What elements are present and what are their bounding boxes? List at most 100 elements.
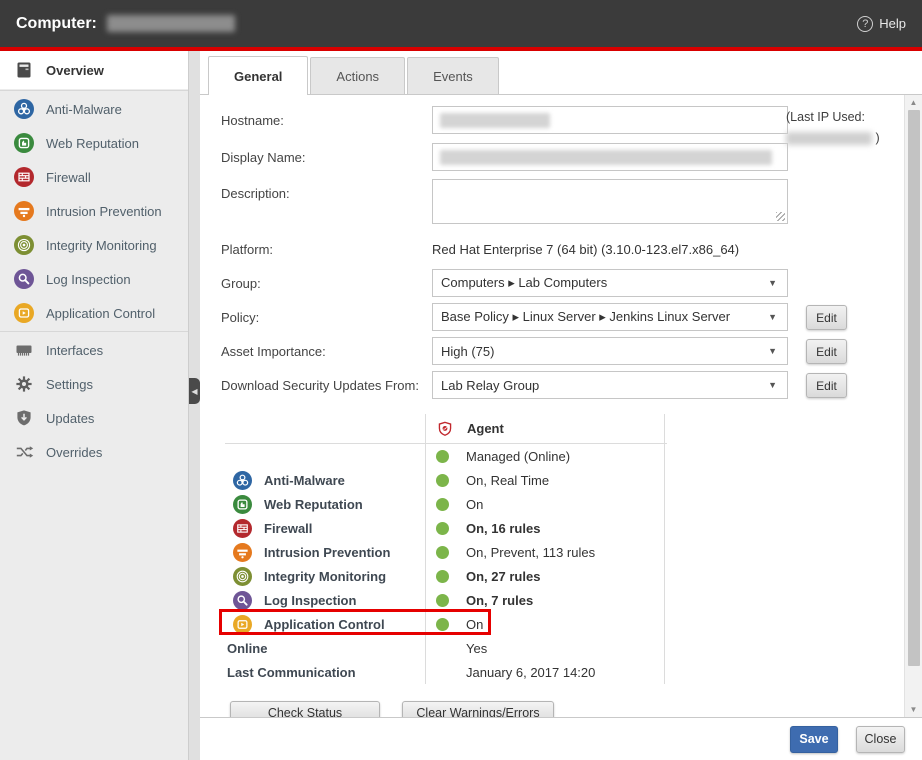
status-value: On, 7 rules bbox=[466, 593, 533, 608]
status-row: Managed (Online) bbox=[225, 444, 667, 468]
sidebar-item-overview[interactable]: Overview bbox=[0, 51, 188, 89]
check-status-button[interactable]: Check Status bbox=[230, 701, 380, 717]
status-row-label: Last Communication bbox=[227, 665, 356, 680]
scroll-down-arrow-icon[interactable]: ▼ bbox=[905, 702, 922, 717]
status-header-row: Agent bbox=[225, 414, 667, 444]
save-button[interactable]: Save bbox=[790, 726, 838, 753]
application-control-icon bbox=[14, 303, 34, 323]
sidebar-divider bbox=[0, 90, 188, 91]
help-icon: ? bbox=[857, 16, 873, 32]
sidebar-item-web-reputation[interactable]: Web Reputation bbox=[0, 126, 188, 160]
hostname-input[interactable] bbox=[432, 106, 788, 134]
status-row-label: Online bbox=[227, 641, 267, 656]
vertical-scrollbar[interactable]: ▲ ▼ bbox=[904, 95, 922, 717]
tab-events[interactable]: Events bbox=[407, 57, 499, 94]
page-title: Computer: bbox=[16, 15, 97, 33]
policy-select[interactable]: Base Policy ▸ Linux Server ▸ Jenkins Lin… bbox=[432, 303, 788, 331]
group-select[interactable]: Computers ▸ Lab Computers▼ bbox=[432, 269, 788, 297]
sidebar-item-settings[interactable]: Settings bbox=[0, 367, 188, 401]
sidebar-item-label: Web Reputation bbox=[46, 136, 139, 151]
description-textarea[interactable] bbox=[432, 179, 788, 224]
status-value: On bbox=[466, 617, 483, 632]
updates-from-edit-button[interactable]: Edit bbox=[806, 373, 847, 398]
dialog-footer: Save Close bbox=[200, 717, 922, 760]
status-row-label: Firewall bbox=[264, 521, 312, 536]
display-name-label: Display Name: bbox=[221, 143, 432, 165]
platform-value: Red Hat Enterprise 7 (64 bit) (3.10.0-12… bbox=[432, 235, 739, 257]
status-row-last-communication: Last Communication January 6, 2017 14:20 bbox=[225, 660, 667, 684]
green-status-dot-icon bbox=[436, 522, 449, 535]
sidebar-item-integrity-monitoring[interactable]: Integrity Monitoring bbox=[0, 228, 188, 262]
sidebar-collapse-handle[interactable]: ◀ bbox=[189, 378, 200, 404]
status-row-firewall: FirewallOn, 16 rules bbox=[225, 516, 667, 540]
green-status-dot-icon bbox=[436, 498, 449, 511]
scrollbar-thumb[interactable] bbox=[908, 110, 920, 666]
status-row-online: OnlineYes bbox=[225, 636, 667, 660]
updates-from-select[interactable]: Lab Relay Group▼ bbox=[432, 371, 788, 399]
asset-importance-edit-button[interactable]: Edit bbox=[806, 339, 847, 364]
sidebar-item-updates[interactable]: Updates bbox=[0, 401, 188, 435]
sidebar-item-application-control[interactable]: Application Control bbox=[0, 296, 188, 330]
sidebar-item-firewall[interactable]: Firewall bbox=[0, 160, 188, 194]
status-value: January 6, 2017 14:20 bbox=[466, 665, 595, 680]
tab-general[interactable]: General bbox=[208, 56, 308, 95]
resize-grip-icon[interactable] bbox=[776, 212, 785, 221]
status-row-log-inspection: Log InspectionOn, 7 rules bbox=[225, 588, 667, 612]
policy-edit-button[interactable]: Edit bbox=[806, 305, 847, 330]
display-name-input[interactable] bbox=[432, 143, 788, 171]
status-row-integrity-monitoring: Integrity MonitoringOn, 27 rules bbox=[225, 564, 667, 588]
sidebar-item-label: Overview bbox=[46, 63, 104, 78]
sidebar-item-label: Settings bbox=[46, 377, 93, 392]
anti-malware-icon bbox=[14, 99, 34, 119]
sidebar-item-label: Integrity Monitoring bbox=[46, 238, 157, 253]
status-row-label: Integrity Monitoring bbox=[264, 569, 386, 584]
chevron-down-icon: ▼ bbox=[768, 380, 777, 390]
log-inspection-icon bbox=[14, 269, 34, 289]
updates-from-label: Download Security Updates From: bbox=[221, 371, 432, 393]
firewall-icon bbox=[233, 519, 252, 538]
green-status-dot-icon bbox=[436, 594, 449, 607]
intrusion-prevention-icon bbox=[14, 201, 34, 221]
redacted-last-ip-value bbox=[786, 132, 872, 145]
sidebar: Overview Anti-Malware Web Reputation Firewa… bbox=[0, 51, 188, 760]
close-button[interactable]: Close bbox=[856, 726, 905, 753]
status-value: On bbox=[466, 497, 483, 512]
clear-warnings-errors-button[interactable]: Clear Warnings/Errors bbox=[402, 701, 554, 717]
sidebar-item-intrusion-prevention[interactable]: Intrusion Prevention bbox=[0, 194, 188, 228]
sidebar-item-overrides[interactable]: Overrides bbox=[0, 435, 188, 469]
green-status-dot-icon bbox=[436, 546, 449, 559]
hostname-label: Hostname: bbox=[221, 106, 432, 128]
sidebar-item-label: Application Control bbox=[46, 306, 155, 321]
sidebar-item-log-inspection[interactable]: Log Inspection bbox=[0, 262, 188, 296]
general-tab-content: Hostname: Display Name: Description: bbox=[200, 95, 904, 717]
platform-label: Platform: bbox=[221, 235, 432, 257]
green-status-dot-icon bbox=[436, 570, 449, 583]
status-row-web-reputation: Web ReputationOn bbox=[225, 492, 667, 516]
green-status-dot-icon bbox=[436, 618, 449, 631]
status-row-anti-malware: Anti-MalwareOn, Real Time bbox=[225, 468, 667, 492]
sidebar-gutter: ◀ bbox=[188, 51, 200, 760]
scroll-up-arrow-icon[interactable]: ▲ bbox=[905, 95, 922, 110]
main-panel: GeneralActionsEvents Hostname: Display N… bbox=[200, 51, 922, 760]
sidebar-item-label: Log Inspection bbox=[46, 272, 131, 287]
help-button[interactable]: ? Help bbox=[857, 16, 906, 32]
status-value: On, Prevent, 113 rules bbox=[466, 545, 595, 560]
last-ip-note: (Last IP Used: ) bbox=[786, 107, 898, 150]
status-row-label: Anti-Malware bbox=[264, 473, 345, 488]
tab-actions[interactable]: Actions bbox=[310, 57, 405, 94]
green-status-dot-icon bbox=[436, 474, 449, 487]
anti-malware-icon bbox=[233, 471, 252, 490]
asset-importance-select[interactable]: High (75)▼ bbox=[432, 337, 788, 365]
chevron-down-icon: ▼ bbox=[768, 346, 777, 356]
sidebar-item-anti-malware[interactable]: Anti-Malware bbox=[0, 92, 188, 126]
status-row-intrusion-prevention: Intrusion PreventionOn, Prevent, 113 rul… bbox=[225, 540, 667, 564]
status-value: Managed (Online) bbox=[466, 449, 570, 464]
status-row-label: Application Control bbox=[264, 617, 385, 632]
web-reputation-icon bbox=[14, 133, 34, 153]
sidebar-item-interfaces[interactable]: Interfaces bbox=[0, 333, 188, 367]
intrusion-prevention-icon bbox=[233, 543, 252, 562]
help-label: Help bbox=[879, 16, 906, 31]
shield-update-icon bbox=[14, 408, 34, 428]
agent-status-table: Agent Managed (Online) Anti-MalwareOn, Re… bbox=[225, 414, 667, 684]
log-inspection-icon bbox=[233, 591, 252, 610]
